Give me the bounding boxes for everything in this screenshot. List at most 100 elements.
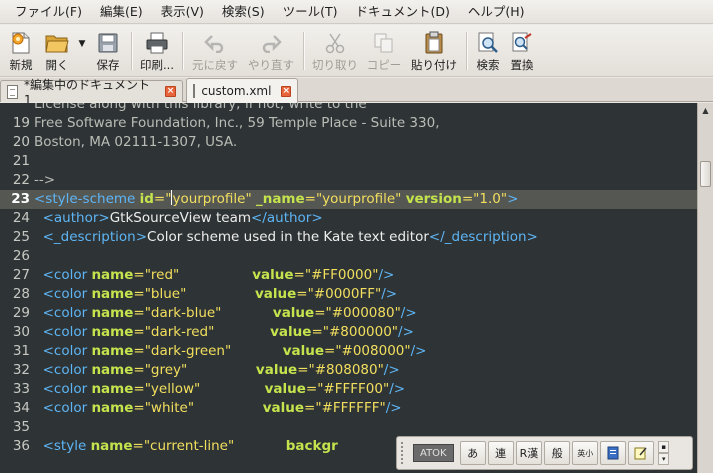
code-text: <color name="dark-red" value="#800000"/>	[34, 323, 414, 342]
code-line[interactable]: 34 <color name="white" value="#FFFFFF"/>	[0, 399, 697, 418]
code-line[interactable]: 19 Free Software Foundation, Inc., 59 Tem…	[0, 114, 697, 133]
ime-options-icon[interactable]: ▾	[658, 453, 670, 465]
code-token: ="dark-green"	[133, 343, 283, 359]
new-button[interactable]: 新規	[3, 25, 39, 77]
code-token: ="#0000FF"	[296, 286, 382, 302]
code-token: />	[381, 286, 398, 302]
chevron-down-icon: ▼	[78, 39, 86, 49]
redo-label: やり直す	[248, 58, 294, 72]
toolbar-separator	[303, 32, 304, 70]
line-number: 25	[12, 229, 30, 245]
code-token: ="#FFFF00"	[305, 381, 390, 397]
code-line[interactable]: 23 <style-scheme id="yourprofile" _name="…	[0, 190, 697, 209]
code-token: ="blue"	[133, 286, 255, 302]
line-number: 23	[11, 191, 30, 207]
code-token: >	[507, 191, 519, 207]
save-button[interactable]: 保存	[89, 25, 127, 77]
code-token: -->	[34, 172, 56, 188]
code-line[interactable]: 20 Boston, MA 02111-1307, USA.	[0, 133, 697, 152]
new-label: 新規	[9, 58, 33, 72]
replace-button[interactable]: 置換	[505, 25, 539, 77]
code-line[interactable]: 24 <author>GtkSourceView team</author>	[0, 209, 697, 228]
new-document-icon	[9, 31, 33, 55]
open-button[interactable]: 開く	[39, 25, 75, 77]
ime-input-mode-button[interactable]: あ	[459, 441, 486, 465]
code-editor[interactable]: License along with this library; if not,…	[0, 103, 697, 473]
tab-custom-xml[interactable]: custom.xml ×	[186, 78, 298, 103]
line-number: 36	[12, 438, 30, 454]
code-token: name	[91, 286, 134, 302]
code-line[interactable]: 31 <color name="dark-green" value="#0080…	[0, 342, 697, 361]
ime-conversion-button[interactable]: 連	[487, 441, 514, 465]
code-line[interactable]: 21	[0, 152, 697, 171]
undo-button[interactable]: 元に戻す	[187, 25, 243, 77]
ime-menu-icon[interactable]	[600, 441, 627, 465]
code-line[interactable]: 29 <color name="dark-blue" value="#00008…	[0, 304, 697, 323]
menu-item[interactable]: ファイル(F)	[6, 1, 91, 23]
find-button[interactable]: 検索	[471, 25, 505, 77]
code-text: Boston, MA 02111-1307, USA.	[34, 133, 237, 152]
code-token: ="#000080"	[314, 305, 401, 321]
close-icon[interactable]: ×	[165, 86, 176, 97]
line-number: 26	[12, 248, 30, 264]
menu-item[interactable]: ツール(T)	[274, 1, 347, 23]
menu-item[interactable]: ドキュメント(D)	[347, 1, 459, 23]
menu-item[interactable]: 検索(S)	[213, 1, 274, 23]
scrollbar-thumb[interactable]	[700, 161, 711, 187]
code-text: <color name="grey" value="#808080"/>	[34, 361, 400, 380]
document-icon	[7, 84, 18, 99]
code-token: name	[91, 343, 134, 359]
code-token: ="	[153, 191, 172, 207]
code-token: yourprofile"	[172, 191, 256, 207]
code-token: </author>	[251, 210, 323, 226]
cut-button[interactable]: 切り取り	[308, 25, 362, 77]
toolbar: 新規 開く ▼ 保存 印刷... 元に戻す やり直す 切り取り コピー 貼り付け…	[0, 25, 713, 77]
save-label: 保存	[96, 58, 120, 72]
code-token: <color	[34, 362, 92, 378]
code-line[interactable]: 27 <color name="red" value="#FF0000"/>	[0, 266, 697, 285]
scroll-up-icon[interactable]: ▲	[698, 103, 713, 118]
code-token: ="grey"	[133, 362, 256, 378]
code-token: ="dark-blue"	[133, 305, 273, 321]
ime-minimize-icon[interactable]: ▪	[658, 441, 670, 453]
code-token: ="#008000"	[324, 343, 411, 359]
ime-dictionary-button[interactable]: 般	[544, 441, 571, 465]
ime-romaji-button[interactable]: R漢	[515, 441, 543, 465]
code-line[interactable]: 32 <color name="grey" value="#808080"/>	[0, 361, 697, 380]
copy-button[interactable]: コピー	[362, 25, 406, 77]
close-icon[interactable]: ×	[281, 85, 291, 97]
replace-label: 置換	[510, 58, 534, 72]
redo-button[interactable]: やり直す	[243, 25, 299, 77]
ime-toolbar: ATOK あ 連 R漢 般 英小 ▪ ▾	[396, 436, 693, 470]
save-icon	[96, 31, 120, 55]
code-token: Boston, MA 02111-1307, USA.	[34, 134, 238, 150]
code-line[interactable]: 33 <color name="yellow" value="#FFFF00"/…	[0, 380, 697, 399]
menu-item[interactable]: ヘルプ(H)	[459, 1, 534, 23]
undo-icon	[203, 31, 227, 55]
code-line[interactable]: 25 <_description>Color scheme used in th…	[0, 228, 697, 247]
find-label: 検索	[476, 58, 500, 72]
code-line[interactable]: 28 <color name="blue" value="#0000FF"/>	[0, 285, 697, 304]
menu-item[interactable]: 表示(V)	[152, 1, 213, 23]
ime-mode-indicator[interactable]: ATOK	[413, 444, 454, 462]
ime-edit-icon[interactable]	[628, 441, 655, 465]
tab-untitled-document[interactable]: *編集中のドキュメント 1 ×	[0, 78, 183, 107]
drag-handle[interactable]	[401, 442, 407, 464]
code-line[interactable]: 30 <color name="dark-red" value="#800000…	[0, 323, 697, 342]
undo-label: 元に戻す	[192, 58, 238, 72]
menu-item[interactable]: 編集(E)	[91, 1, 152, 23]
open-recent-dropdown[interactable]: ▼	[75, 25, 89, 49]
code-token: value	[262, 400, 305, 416]
find-icon	[476, 31, 500, 55]
print-button[interactable]: 印刷...	[136, 25, 178, 77]
code-token: name	[90, 438, 133, 454]
ime-case-button[interactable]: 英小	[572, 441, 599, 465]
paste-button[interactable]: 貼り付け	[406, 25, 462, 77]
code-line[interactable]: 26	[0, 247, 697, 266]
code-line[interactable]: 22 -->	[0, 171, 697, 190]
code-line[interactable]: License along with this library; if not,…	[0, 103, 697, 114]
code-token: />	[385, 400, 402, 416]
code-token: ="1.0"	[461, 191, 508, 207]
vertical-scrollbar[interactable]: ▲	[697, 103, 713, 473]
code-line[interactable]: 35	[0, 418, 697, 437]
